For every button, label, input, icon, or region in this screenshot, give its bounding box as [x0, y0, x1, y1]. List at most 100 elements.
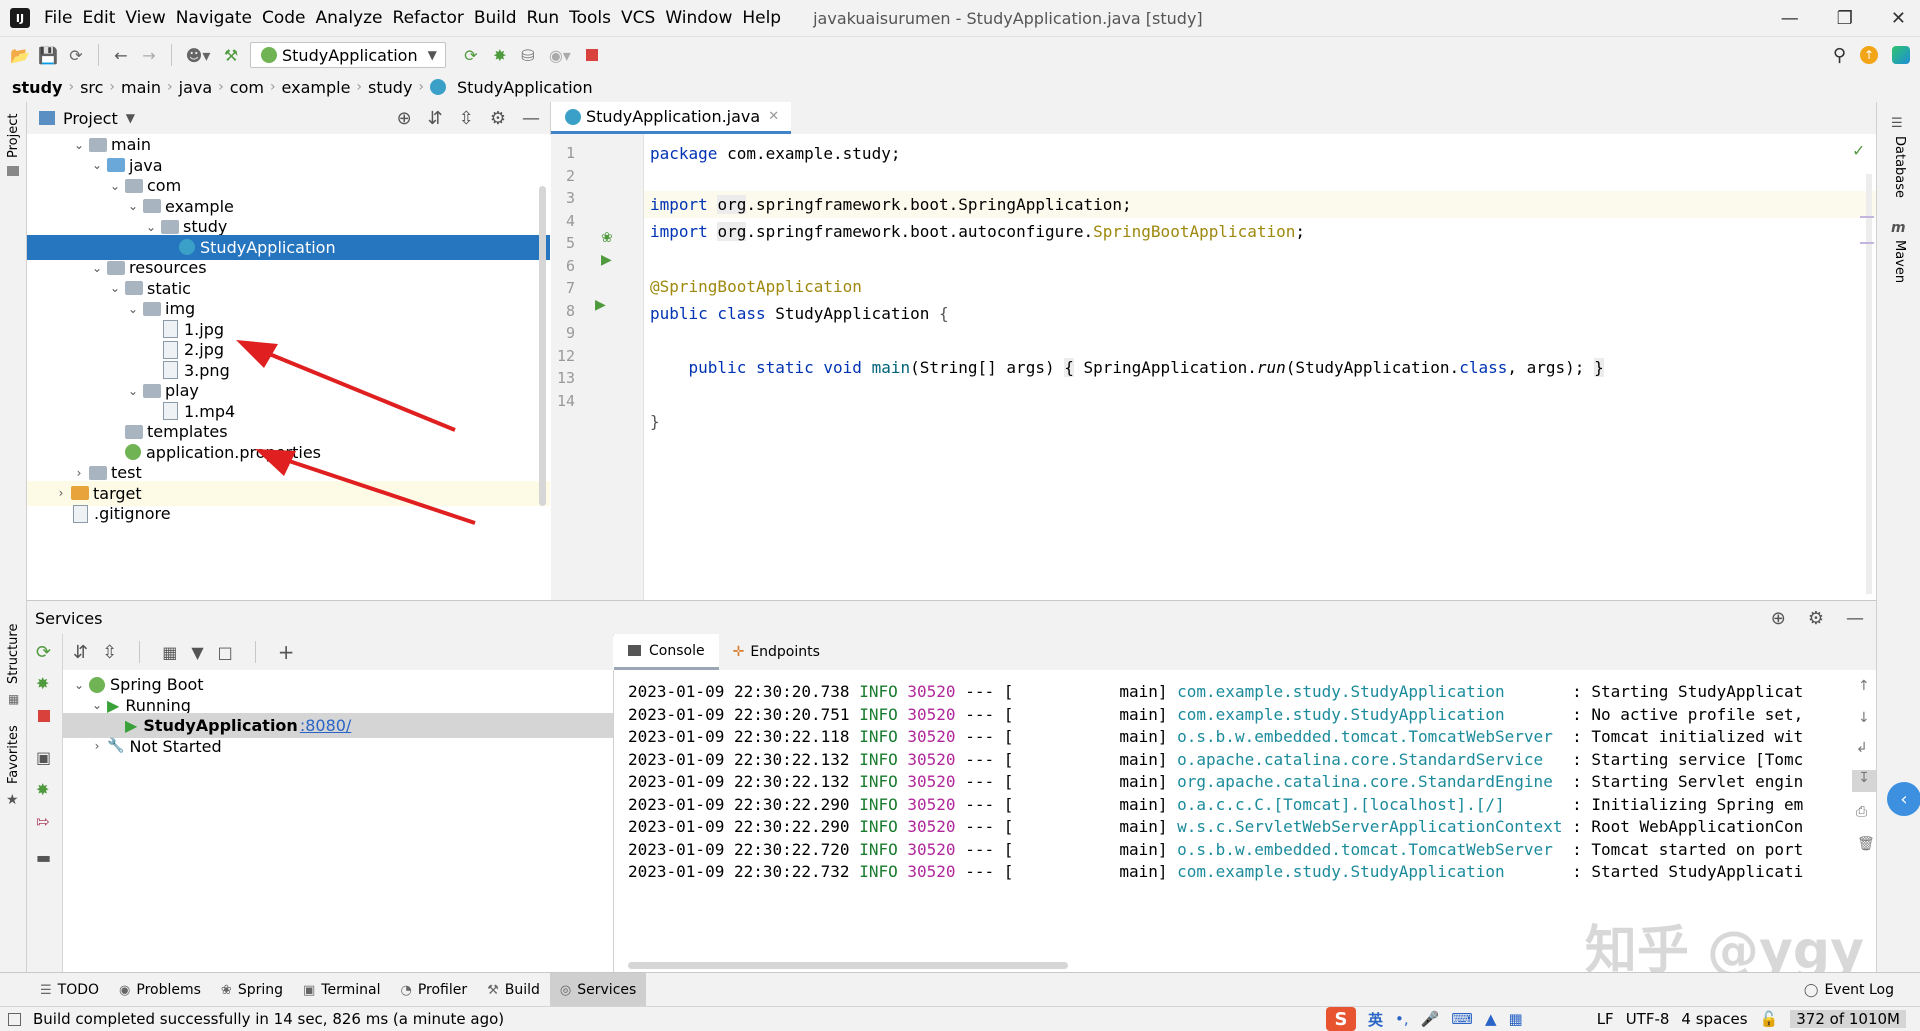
layout-icon[interactable]: ▬	[36, 848, 51, 867]
ime-punct[interactable]: •,	[1395, 1010, 1409, 1028]
bottom-tab-label: Terminal	[321, 982, 381, 998]
editor-error-stripe	[1860, 216, 1874, 218]
code-editor[interactable]: package com.example.study; import org.sp…	[644, 134, 1876, 600]
gutter-bean-icon[interactable]: ❀	[601, 230, 613, 246]
bottom-tab-profiler[interactable]: ◔ Profiler	[390, 973, 477, 1007]
indent-setting[interactable]: 4 spaces	[1681, 1010, 1747, 1028]
bottom-tab-problems[interactable]: ◉ Problems	[109, 973, 211, 1007]
soft-wrap-icon[interactable]: ↲	[1856, 740, 1868, 756]
inspection-ok-icon[interactable]: ✓	[1853, 140, 1864, 161]
log-msg: : Starting StudyApplicat	[1572, 682, 1804, 701]
bottom-tab-build[interactable]: ⚒ Build	[477, 973, 550, 1007]
hide-icon[interactable]: —	[1846, 608, 1864, 629]
maven-tool-button[interactable]: Maven	[1892, 240, 1907, 283]
bottom-tab-services[interactable]: ◎ Services	[549, 973, 647, 1007]
collapse-all-icon[interactable]: ⇳	[102, 642, 117, 663]
port-link[interactable]: :8080/	[300, 716, 352, 735]
expand-all-icon[interactable]: ⇵	[73, 642, 88, 663]
gutter-run-icon[interactable]: ▶	[601, 252, 612, 268]
status-message[interactable]: Build completed successfully in 14 sec, …	[33, 1010, 504, 1028]
log-bracket: [ main]	[1003, 704, 1168, 724]
gear-icon[interactable]: ⚙	[1808, 608, 1824, 629]
log-ts: 2023-01-09 22:30:22.720	[628, 839, 850, 859]
add-icon[interactable]: +	[278, 640, 295, 664]
log-logger: com.example.study.StudyApplication	[1177, 862, 1563, 881]
log-lvl: INFO	[859, 704, 898, 724]
code-line: public static void main(String[] args) {…	[688, 358, 1604, 377]
log-thread: ---	[965, 794, 995, 814]
print-icon[interactable]: ⎙	[1856, 804, 1867, 820]
gutter-run-icon[interactable]: ▶	[595, 297, 606, 313]
group-icon[interactable]: ▦	[162, 643, 177, 662]
services-item-not-started[interactable]: › 🔧 Not Started	[63, 734, 613, 759]
editor-gutter: 1 2 3 4 5 6 7 8 9 12 13 14 ❀ ▶ ▶	[551, 134, 644, 600]
log-logger: o.apache.catalina.core.StandardService	[1177, 749, 1563, 769]
bottom-tab-todo[interactable]: ☰ TODO	[30, 973, 109, 1007]
editor-tab-studyapplication[interactable]: StudyApplication.java ✕	[551, 102, 792, 134]
microphone-icon[interactable]: 🎤	[1421, 1010, 1440, 1028]
keyboard-icon[interactable]: ⌨	[1451, 1010, 1473, 1028]
bottom-tab-label: Profiler	[417, 982, 468, 998]
apps-icon[interactable]: ▦	[1509, 1010, 1523, 1028]
editor-scrollbar[interactable]	[1866, 174, 1872, 594]
log-logger: o.a.c.c.C.[Tomcat].[localhost].[/]	[1177, 794, 1563, 814]
code-line: package com.example.study;	[650, 144, 901, 163]
file-encoding[interactable]: UTF-8	[1626, 1010, 1670, 1028]
close-tab-icon[interactable]: ✕	[768, 109, 779, 124]
arrow-to-play-folder	[255, 449, 476, 525]
chevron-icon[interactable]: ⌄	[89, 698, 105, 712]
debug-icon[interactable]: ✸	[36, 674, 49, 693]
stop-icon[interactable]	[38, 710, 50, 722]
line-number: 7	[565, 279, 575, 297]
run-icon: ▶	[125, 716, 138, 735]
line-separator[interactable]: LF	[1597, 1010, 1614, 1028]
code-line: @SpringBootApplication	[650, 277, 862, 296]
lock-icon[interactable]: 🔓	[1760, 1010, 1779, 1028]
filter-icon[interactable]: ▼	[191, 643, 203, 662]
editor-error-stripe	[1860, 242, 1874, 244]
console-side-toolbar: ↑ ↓ ↲ ↧ ⎙ 🗑	[1852, 670, 1876, 870]
event-log-button[interactable]: ◯ Event Log	[1794, 973, 1904, 1007]
chevron-icon[interactable]: ⌄	[71, 678, 87, 692]
log-lvl: INFO	[859, 749, 898, 769]
spring-icon: ❀	[220, 982, 232, 998]
log-ts: 2023-01-09 22:30:20.738	[628, 682, 850, 701]
sogou-ime-icon[interactable]: S	[1325, 1007, 1356, 1031]
skin-icon[interactable]: ▲	[1485, 1010, 1497, 1028]
exit-icon[interactable]: ⇰	[36, 812, 49, 831]
memory-indicator[interactable]: 372 of 1010M	[1790, 1010, 1906, 1028]
collapse-side-icon[interactable]: ‹	[1887, 782, 1920, 816]
new-tab-icon[interactable]: □	[218, 643, 233, 662]
bottom-tab-label: TODO	[57, 982, 100, 998]
chevron-icon[interactable]: ›	[89, 739, 105, 753]
trash-icon[interactable]: 🗑	[1857, 836, 1875, 852]
console-hscrollbar[interactable]	[628, 962, 1068, 969]
line-number: 13	[556, 369, 575, 387]
tab-endpoints[interactable]: ✛ Endpoints	[719, 634, 834, 670]
rerun-icon[interactable]: ⟳	[36, 642, 51, 663]
log-bracket: [ main]	[1003, 862, 1168, 881]
spring-bean-icon[interactable]: ✸	[36, 780, 49, 799]
log-logger: o.s.b.w.embedded.tomcat.TomcatWebServer	[1177, 839, 1563, 859]
database-tool-button[interactable]: Database	[1892, 136, 1907, 198]
camera-icon[interactable]: ▣	[36, 748, 51, 767]
scroll-up-icon[interactable]: ↑	[1858, 678, 1870, 694]
tab-endpoints-label: Endpoints	[750, 644, 820, 660]
scroll-down-icon[interactable]: ↓	[1858, 710, 1870, 726]
line-number: 4	[565, 211, 575, 230]
bottom-tab-spring[interactable]: ❀ Spring	[211, 973, 293, 1007]
event-log-label: Event Log	[1824, 982, 1894, 998]
tab-console[interactable]: Console	[614, 634, 719, 670]
spring-boot-icon	[89, 676, 105, 693]
log-logger: o.s.b.w.embedded.tomcat.TomcatWebServer	[1177, 727, 1563, 746]
status-square-icon[interactable]	[8, 1012, 21, 1026]
ime-lang[interactable]: 英	[1368, 1009, 1383, 1030]
line-number: 5	[565, 234, 575, 252]
editor-tabs: StudyApplication.java ✕	[550, 102, 1877, 135]
log-bracket: [ main]	[1003, 794, 1168, 814]
scroll-to-end-icon[interactable]: ↧	[1852, 770, 1876, 792]
locate-icon[interactable]: ⊕	[1771, 608, 1786, 629]
bottom-tab-terminal[interactable]: ▣ Terminal	[293, 973, 390, 1007]
log-bracket: [ main]	[1003, 727, 1168, 746]
tab-console-label: Console	[649, 642, 705, 659]
